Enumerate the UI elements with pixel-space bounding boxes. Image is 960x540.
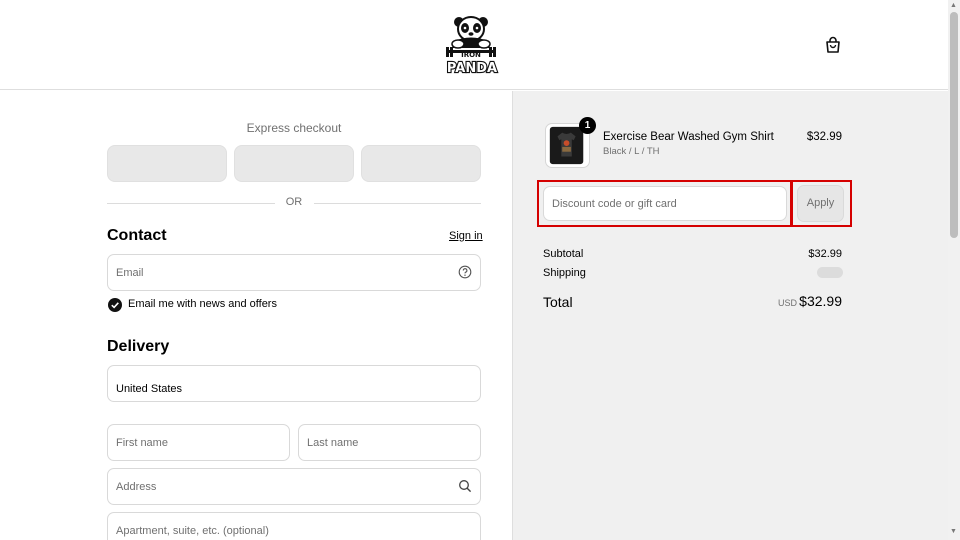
- help-icon[interactable]: [458, 265, 472, 279]
- divider-left: [107, 203, 275, 204]
- address-field[interactable]: Address: [107, 468, 481, 505]
- discount-placeholder: Discount code or gift card: [552, 198, 677, 210]
- last-name-field[interactable]: Last name: [298, 424, 481, 461]
- sign-in-link[interactable]: Sign in: [449, 230, 483, 242]
- iron-panda-logo[interactable]: IRON PANDA: [444, 14, 502, 76]
- scrollbar-thumb[interactable]: [950, 12, 958, 238]
- total-currency: USD: [778, 298, 798, 308]
- apartment-field[interactable]: Apartment, suite, etc. (optional): [107, 512, 481, 540]
- last-name-placeholder: Last name: [307, 437, 359, 449]
- apply-button[interactable]: Apply: [797, 185, 844, 222]
- search-icon[interactable]: [458, 479, 472, 493]
- country-value: United States: [116, 383, 183, 395]
- contact-heading: Contact: [107, 227, 167, 244]
- email-field[interactable]: Email: [107, 254, 481, 291]
- address-placeholder: Address: [116, 481, 157, 493]
- express-pay-button-1[interactable]: [107, 145, 227, 182]
- page-scrollbar[interactable]: ▲ ▼: [948, 0, 960, 540]
- product-price: $32.99: [806, 131, 842, 143]
- newsletter-label: Email me with news and offers: [128, 298, 277, 310]
- delivery-heading: Delivery: [107, 338, 170, 355]
- order-summary: 1 Exercise Bear Washed Gym Shirt Black /…: [512, 91, 948, 540]
- newsletter-checkbox[interactable]: [108, 298, 122, 312]
- total-value: $32.99: [799, 293, 842, 309]
- subtotal-label: Subtotal: [543, 248, 584, 260]
- shopping-bag-icon[interactable]: [824, 36, 842, 54]
- checkout-form: Express checkout OR Contact Sign in Emai…: [0, 91, 512, 540]
- divider-right: [314, 203, 481, 204]
- checkmark-icon: [111, 302, 119, 309]
- country-select[interactable]: United States: [107, 365, 481, 402]
- express-pay-button-2[interactable]: [234, 145, 354, 182]
- logo-text-top: IRON: [461, 51, 481, 59]
- product-variant: Black / L / TH: [603, 146, 660, 157]
- apartment-placeholder: Apartment, suite, etc. (optional): [116, 525, 269, 537]
- subtotal-value: $32.99: [808, 248, 842, 260]
- first-name-placeholder: First name: [116, 437, 168, 449]
- express-pay-button-3[interactable]: [361, 145, 481, 182]
- total-label: Total: [543, 294, 573, 310]
- or-divider-text: OR: [285, 196, 303, 208]
- shipping-label: Shipping: [543, 267, 586, 279]
- scroll-up-icon[interactable]: ▲: [950, 2, 957, 9]
- email-placeholder: Email: [116, 267, 144, 279]
- discount-code-input[interactable]: Discount code or gift card: [543, 186, 787, 221]
- scroll-down-icon[interactable]: ▼: [950, 528, 957, 535]
- quantity-badge: 1: [579, 117, 596, 134]
- logo-text-bottom: PANDA: [447, 61, 497, 76]
- product-name: Exercise Bear Washed Gym Shirt: [603, 131, 774, 143]
- header: IRON PANDA: [0, 0, 948, 90]
- shipping-loading-placeholder: [817, 267, 843, 278]
- first-name-field[interactable]: First name: [107, 424, 290, 461]
- express-checkout-title: Express checkout: [246, 121, 342, 135]
